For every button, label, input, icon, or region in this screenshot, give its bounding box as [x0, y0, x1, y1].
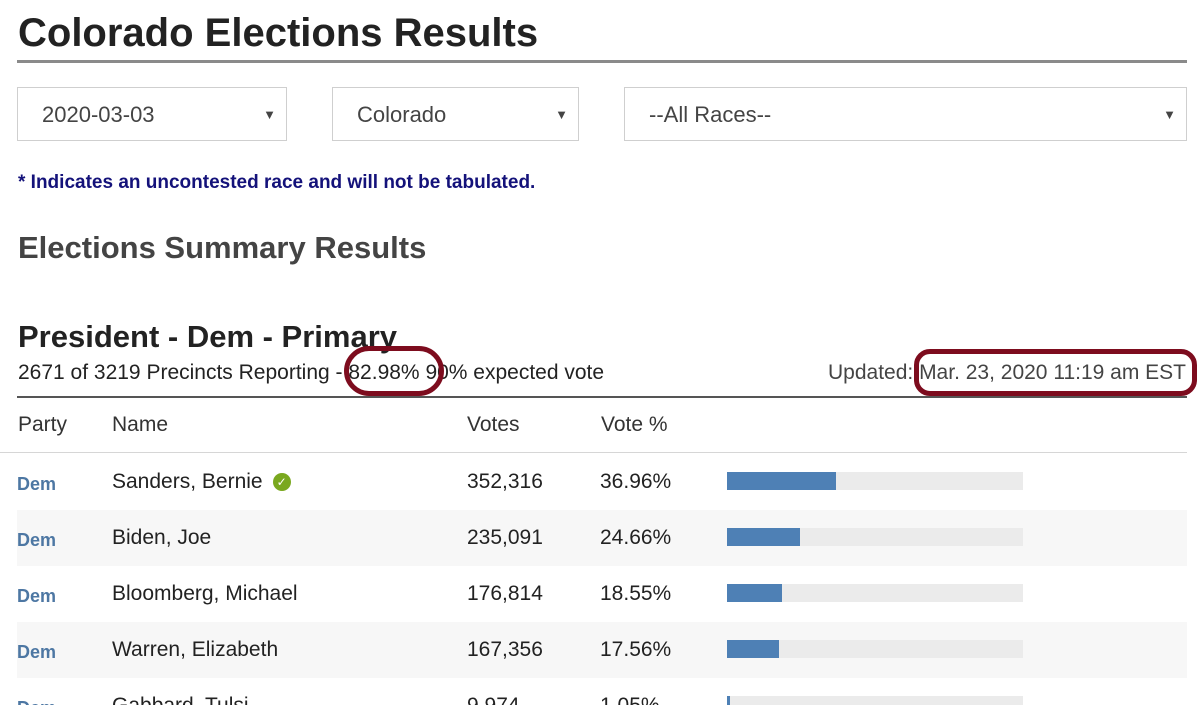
state-value: Colorado — [357, 102, 447, 127]
precincts-reporting: 2671 of 3219 Precincts Reporting — [18, 361, 336, 384]
page-title: Colorado Elections Results — [18, 11, 539, 55]
candidate-votes: 352,316 — [467, 470, 543, 493]
vote-share-bar-fill — [727, 528, 800, 546]
race-select[interactable]: --All Races-- ▼ — [624, 87, 1187, 141]
candidate-name: Gabbard, Tulsi — [112, 693, 249, 705]
race-divider — [17, 396, 1187, 398]
candidate-vote-percent: 36.96% — [600, 470, 672, 493]
vote-share-bar — [727, 640, 1023, 658]
candidate-name: Warren, Elizabeth — [112, 638, 279, 661]
candidate-name: Sanders, Bernie ✓ — [112, 469, 291, 495]
candidate-name: Bloomberg, Michael — [112, 582, 298, 605]
candidate-votes: 167,356 — [467, 638, 543, 661]
column-header-party: Party — [18, 413, 68, 436]
vote-share-bar — [727, 584, 1023, 602]
election-date-select[interactable]: 2020-03-03 ▼ — [17, 87, 287, 141]
highlight-ring-date — [914, 349, 1197, 396]
party-link[interactable]: Dem — [17, 471, 56, 497]
candidate-votes: 176,814 — [467, 582, 543, 605]
race-value: --All Races-- — [649, 102, 772, 127]
candidate-vote-percent: 17.56% — [600, 638, 672, 661]
election-date-value: 2020-03-03 — [42, 102, 155, 127]
candidate-votes: 9,974 — [467, 693, 520, 705]
table-row: Dem Bloomberg, Michael 176,814 18.55% — [17, 566, 1187, 622]
results-page: Colorado Elections Results 2020-03-03 ▼ … — [0, 0, 1200, 705]
candidate-vote-percent: 1.05% — [600, 693, 660, 705]
state-select[interactable]: Colorado ▼ — [332, 87, 579, 141]
vote-share-bar-fill — [727, 696, 731, 705]
party-link[interactable]: Dem — [17, 583, 56, 609]
table-row: Dem Biden, Joe 235,091 24.66% — [17, 510, 1187, 566]
candidate-vote-percent: 18.55% — [600, 582, 672, 605]
summary-heading: Elections Summary Results — [18, 230, 427, 265]
results-table-header: Party Name Votes Vote % — [0, 399, 1187, 453]
column-header-name: Name — [112, 413, 169, 436]
check-circle-icon: ✓ — [272, 473, 291, 491]
table-row: Dem Gabbard, Tulsi 9,974 1.05% — [17, 678, 1187, 705]
caret-down-icon: ▼ — [263, 107, 276, 122]
table-row: Dem Warren, Elizabeth 167,356 17.56% — [17, 622, 1187, 678]
column-header-votes: Votes — [467, 413, 520, 436]
table-row: Dem Sanders, Bernie ✓ 352,316 36.96% — [17, 454, 1187, 510]
vote-share-bar-fill — [727, 584, 782, 602]
column-header-vote-percent: Vote % — [601, 413, 668, 436]
caret-down-icon: ▼ — [555, 107, 568, 122]
vote-share-bar — [727, 472, 1023, 490]
race-title: President - Dem - Primary — [18, 319, 398, 354]
candidate-name: Biden, Joe — [112, 526, 212, 549]
race-reporting-status: 2671 of 3219 Precincts Reporting - 82.98… — [18, 358, 604, 388]
vote-share-bar — [727, 528, 1023, 546]
candidate-votes: 235,091 — [467, 526, 543, 549]
updated-label: Updated: — [827, 361, 920, 384]
vote-share-bar-fill — [727, 640, 779, 658]
highlight-ring-percent — [344, 346, 444, 396]
title-divider — [17, 60, 1187, 63]
caret-down-icon: ▼ — [1163, 107, 1176, 122]
vote-share-bar — [727, 696, 1023, 705]
party-link[interactable]: Dem — [17, 639, 56, 665]
party-link[interactable]: Dem — [17, 695, 56, 705]
expected-vote: 90% expected vote — [419, 361, 605, 384]
party-link[interactable]: Dem — [17, 527, 56, 553]
candidate-vote-percent: 24.66% — [600, 526, 672, 549]
vote-share-bar-fill — [727, 472, 837, 490]
uncontested-note: * Indicates an uncontested race and will… — [18, 172, 536, 193]
